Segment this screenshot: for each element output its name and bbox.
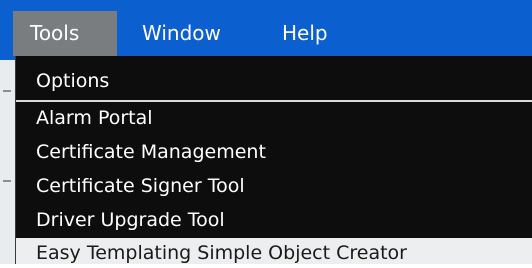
tools-dropdown-menu: Options Alarm Portal Certificate Managem… bbox=[15, 56, 532, 264]
menu-bar: Tools Window Help bbox=[0, 0, 532, 60]
background-tick bbox=[3, 90, 11, 92]
window-menu[interactable]: Window bbox=[125, 11, 255, 56]
background-window-edge bbox=[0, 60, 15, 264]
tools-menu[interactable]: Tools bbox=[13, 11, 117, 56]
menu-item-alarm-portal[interactable]: Alarm Portal bbox=[16, 101, 532, 135]
menu-item-options[interactable]: Options bbox=[16, 64, 532, 98]
menu-item-easy-templating-simple-object-creator[interactable]: Easy Templating Simple Object Creator bbox=[16, 238, 532, 264]
menu-item-certificate-signer-tool[interactable]: Certificate Signer Tool bbox=[16, 169, 532, 203]
background-tick bbox=[3, 180, 11, 182]
menu-item-certificate-management[interactable]: Certificate Management bbox=[16, 135, 532, 169]
help-menu[interactable]: Help bbox=[265, 11, 355, 56]
menu-item-driver-upgrade-tool[interactable]: Driver Upgrade Tool bbox=[16, 203, 532, 237]
